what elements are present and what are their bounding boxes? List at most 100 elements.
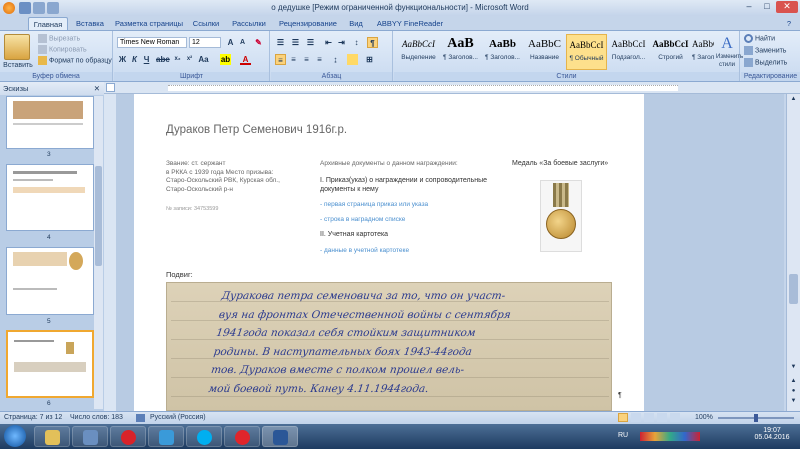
full-screen-icon[interactable] [631, 413, 641, 422]
italic-icon[interactable]: К [129, 54, 140, 65]
paste-button[interactable]: Вставить [3, 62, 33, 69]
scrollbar-thumb[interactable] [789, 274, 798, 304]
thumbnails-close-icon[interactable]: ✕ [94, 82, 100, 95]
strikethrough-icon[interactable]: abe [156, 54, 170, 65]
zoom-slider-thumb[interactable] [754, 414, 758, 422]
tab-review[interactable]: Рецензирование [276, 17, 340, 30]
vertical-scrollbar[interactable]: ▲ ▼ ▲ ● ▼ [786, 94, 800, 411]
bullets-icon[interactable]: ☰ [275, 37, 286, 48]
card-data-link[interactable]: - данные в учетной картотеке [320, 247, 409, 254]
tab-selector-icon[interactable] [106, 83, 115, 92]
copy-button[interactable]: Копировать [38, 45, 87, 54]
page-counter[interactable]: Страница: 7 из 12 [4, 414, 62, 421]
horizontal-ruler[interactable] [104, 82, 800, 94]
scroll-down-icon[interactable]: ▼ [789, 364, 798, 373]
language-status[interactable]: Русский (Россия) [150, 414, 206, 421]
document-page[interactable]: Дураков Петр Семенович 1916г.р. Звание: … [134, 94, 644, 411]
numbering-icon[interactable]: ☰ [290, 37, 301, 48]
increase-indent-icon[interactable]: ⇥ [336, 37, 347, 48]
font-name-combo[interactable]: Times New Roman [117, 37, 187, 48]
scroll-up-icon[interactable]: ▲ [789, 96, 798, 105]
taskbar-opera[interactable] [110, 426, 146, 447]
align-right-icon[interactable]: ≡ [301, 54, 312, 65]
line-spacing-icon[interactable]: ↨ [330, 54, 341, 65]
font-color-icon[interactable]: A [240, 54, 251, 65]
thumbnail-page-current[interactable] [6, 330, 94, 398]
input-language[interactable]: RU [618, 432, 628, 439]
grow-font-icon[interactable]: A [225, 37, 236, 48]
style-strong[interactable]: AaBbCcI Строгий [650, 34, 691, 70]
shrink-font-icon[interactable]: A [237, 37, 248, 48]
taskbar-word[interactable] [262, 426, 298, 447]
underline-icon[interactable]: Ч [141, 54, 152, 65]
tab-home[interactable]: Главная [28, 17, 68, 30]
scrollbar-thumb[interactable] [95, 166, 102, 266]
next-page-icon[interactable]: ▼ [789, 398, 798, 407]
clock[interactable]: 19:07 05.04.2016 [752, 427, 792, 441]
order-first-page-link[interactable]: - первая страница приказ или указа [320, 201, 428, 208]
web-layout-icon[interactable] [644, 413, 654, 422]
tab-references[interactable]: Ссылки [190, 17, 222, 30]
replace-button[interactable]: Заменить [744, 46, 786, 55]
select-browse-object-icon[interactable]: ● [789, 388, 798, 397]
zoom-level[interactable]: 100% [695, 414, 713, 421]
prev-page-icon[interactable]: ▲ [789, 378, 798, 387]
proofing-icon[interactable] [136, 414, 145, 422]
font-size-combo[interactable]: 12 [189, 37, 221, 48]
draft-icon[interactable] [670, 413, 680, 422]
thumbnail-page[interactable] [6, 96, 94, 149]
bold-icon[interactable]: Ж [117, 54, 128, 65]
subscript-icon[interactable]: x₂ [172, 54, 183, 65]
sort-icon[interactable]: ↕ [351, 37, 362, 48]
find-button[interactable]: Найти [744, 34, 775, 43]
style-subtitle[interactable]: AaBbCcI Подзагол... [608, 34, 649, 70]
paste-icon[interactable] [4, 34, 30, 60]
close-button[interactable]: ✕ [776, 1, 798, 13]
taskbar-media[interactable] [72, 426, 108, 447]
tab-mailings[interactable]: Рассылки [228, 17, 270, 30]
cut-button[interactable]: Вырезать [38, 34, 80, 43]
style-heading1[interactable]: AaB ¶ Заголов... [440, 34, 481, 70]
select-button[interactable]: Выделить [744, 58, 787, 67]
justify-icon[interactable]: ≡ [314, 54, 325, 65]
highlight-icon[interactable]: ab [220, 54, 231, 65]
maximize-button[interactable]: □ [758, 1, 776, 13]
style-heading2[interactable]: AaBb ¶ Заголов... [482, 34, 523, 70]
taskbar-skype[interactable] [186, 426, 222, 447]
format-painter-button[interactable]: Формат по образцу [38, 56, 112, 65]
tab-abbyy[interactable]: ABBYY FineReader 12 [372, 17, 448, 41]
thumbnails-scrollbar[interactable] [94, 96, 103, 409]
superscript-icon[interactable]: x² [184, 54, 195, 65]
taskbar-app[interactable] [148, 426, 184, 447]
taskbar-explorer[interactable] [34, 426, 70, 447]
thumbnail-page[interactable] [6, 247, 94, 315]
style-heading-more[interactable]: AaBbCcI ¶ Заголов... [692, 34, 714, 70]
change-case-icon[interactable]: Aa [198, 54, 209, 65]
taskbar-opera2[interactable] [224, 426, 260, 447]
style-normal[interactable]: AaBbCcI ¶ Обычный [566, 34, 607, 70]
style-title[interactable]: AaBbC Название [524, 34, 565, 70]
decrease-indent-icon[interactable]: ⇤ [323, 37, 334, 48]
show-marks-icon[interactable]: ¶ [367, 37, 378, 48]
tab-insert[interactable]: Вставка [72, 17, 108, 30]
tab-view[interactable]: Вид [344, 17, 368, 30]
clear-format-icon[interactable]: ✎ [253, 37, 264, 48]
help-icon[interactable]: ? [782, 17, 796, 30]
award-list-link[interactable]: - строка в наградном списке [320, 216, 405, 223]
thumbnail-page[interactable] [6, 164, 94, 231]
print-layout-icon[interactable] [618, 413, 628, 422]
tray-icons[interactable] [640, 432, 700, 441]
change-styles-button[interactable]: A Изменить стили [716, 35, 743, 69]
start-button[interactable] [4, 425, 26, 447]
word-count[interactable]: Число слов: 183 [70, 414, 123, 421]
minimize-button[interactable]: – [740, 1, 758, 13]
outline-icon[interactable] [657, 413, 667, 422]
tab-page-layout[interactable]: Разметка страницы [112, 17, 186, 30]
align-left-icon[interactable]: ≡ [275, 54, 286, 65]
multilevel-list-icon[interactable]: ☰ [305, 37, 316, 48]
align-center-icon[interactable]: ≡ [288, 54, 299, 65]
shading-icon[interactable] [347, 54, 358, 65]
borders-icon[interactable]: ⊞ [364, 54, 375, 65]
opera-icon [121, 430, 136, 445]
style-emphasis[interactable]: AaBbCcI Выделение [398, 34, 439, 70]
